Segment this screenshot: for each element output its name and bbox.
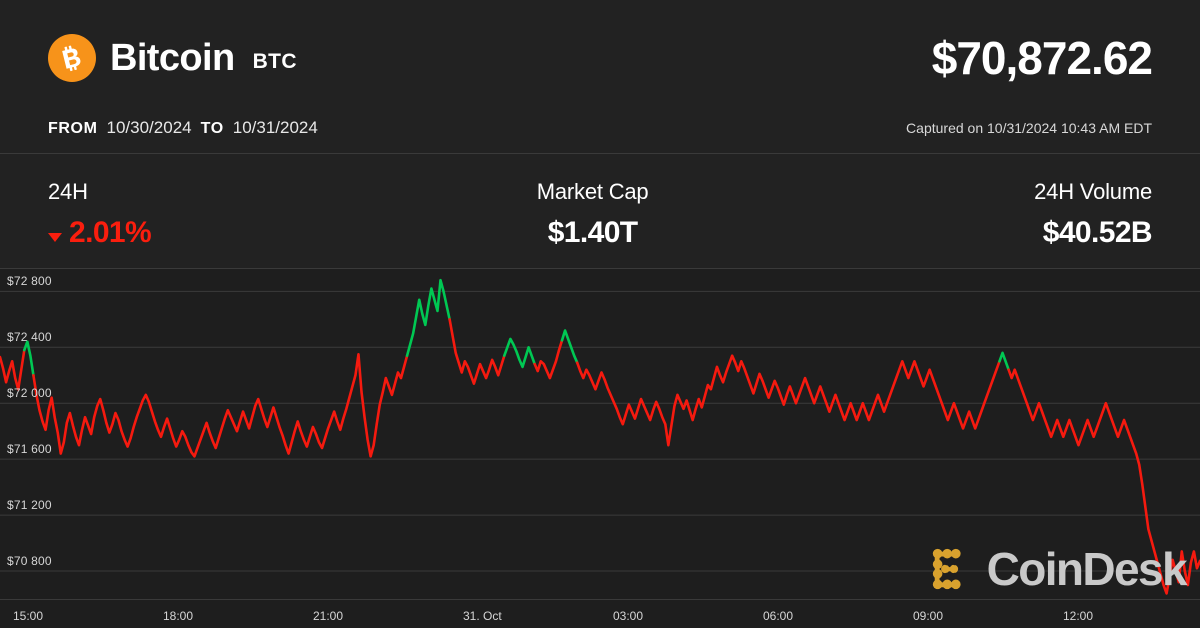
x-axis-label: 21:00: [313, 609, 344, 623]
card-header: Bitcoin BTC $70,872.62 FROM 10/30/2024 T…: [0, 0, 1200, 153]
stat-label-24h: 24H: [48, 179, 88, 204]
header-top-row: Bitcoin BTC $70,872.62: [48, 28, 1153, 88]
to-label: TO: [200, 120, 224, 137]
coin-ticker: BTC: [252, 49, 297, 73]
price-chart: $72 800 $72 400 $72 000 $71 600 $71 200 $70 8…: [0, 269, 1200, 628]
stats-row: 24H 2.01% Market Cap $1.40T 24H Volume $…: [0, 154, 1200, 268]
chart-plot-area: [0, 269, 1200, 599]
from-label: FROM: [48, 120, 98, 137]
x-axis-label: 31. Oct: [463, 609, 502, 623]
stat-label-24h-volume: 24H Volume: [1034, 179, 1152, 204]
chart-price-series: [0, 280, 1200, 593]
x-axis-label: 09:00: [913, 609, 944, 623]
chart-gridlines: [0, 290, 1200, 572]
from-date: 10/30/2024: [106, 118, 192, 137]
x-axis-label: 12:00: [1063, 609, 1094, 623]
chart-x-axis: 15:00 18:00 21:00 31. Oct 03:00 06:00 09:00 12:…: [0, 599, 1200, 628]
date-range: FROM 10/30/2024 TO 10/31/2024: [48, 118, 318, 138]
stat-value-24h: 2.01%: [48, 215, 152, 251]
stat-24h-change: 24H 2.01%: [48, 154, 152, 251]
x-axis-label: 15:00: [13, 609, 44, 623]
coin-identity: Bitcoin BTC: [48, 34, 297, 82]
to-date: 10/31/2024: [232, 118, 318, 137]
bitcoin-icon: [48, 34, 96, 82]
captured-timestamp: Captured on 10/31/2024 10:43 AM EDT: [906, 120, 1152, 136]
x-axis-label: 18:00: [163, 609, 194, 623]
coin-name: Bitcoin: [110, 37, 235, 79]
stat-label-market-cap: Market Cap: [536, 179, 649, 204]
stat-value-24h-volume: $40.52B: [1042, 215, 1153, 249]
x-axis-label: 03:00: [613, 609, 644, 623]
stat-value-market-cap: $1.40T: [547, 215, 638, 249]
header-bottom-row: FROM 10/30/2024 TO 10/31/2024 Captured o…: [48, 118, 1152, 142]
bitcoin-price-card: Bitcoin BTC $70,872.62 FROM 10/30/2024 T…: [0, 0, 1200, 628]
triangle-down-icon: [48, 233, 62, 242]
current-price: $70,872.62: [931, 32, 1153, 84]
x-axis-label: 06:00: [763, 609, 794, 623]
stat-24h-volume: 24H Volume $40.52B: [1034, 154, 1152, 251]
stat-market-cap: Market Cap $1.40T: [151, 154, 1034, 251]
stat-value-24h-text: 2.01%: [69, 215, 152, 249]
